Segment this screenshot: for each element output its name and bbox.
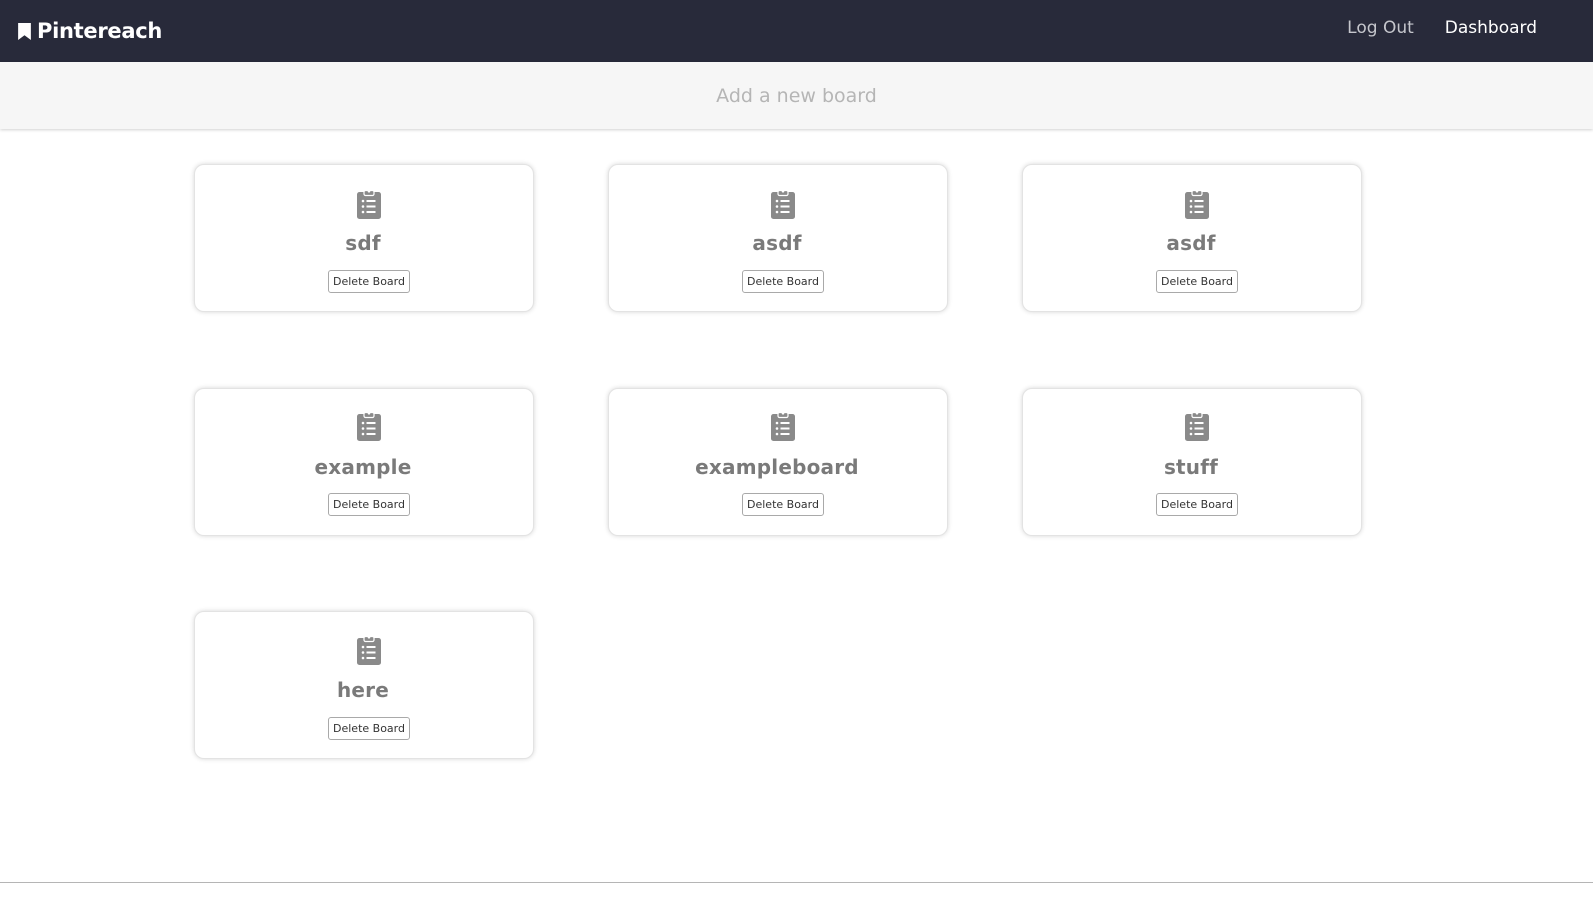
delete-board-button[interactable]: Delete Board: [328, 493, 410, 516]
board-name[interactable]: here: [195, 678, 531, 702]
delete-board-button[interactable]: Delete Board: [742, 493, 824, 516]
brand-name: Pintereach: [37, 19, 162, 43]
add-board-input[interactable]: [594, 83, 999, 108]
board-card[interactable]: here Delete Board: [194, 611, 534, 759]
clipboard-list-icon: [771, 189, 795, 219]
clipboard-list-icon: [771, 411, 795, 441]
nav-links: Log Out Dashboard: [1347, 18, 1537, 38]
top-navbar: Pintereach Log Out Dashboard: [0, 0, 1593, 62]
delete-board-button[interactable]: Delete Board: [742, 270, 824, 293]
board-name[interactable]: stuff: [1023, 455, 1359, 479]
clipboard-list-icon: [1185, 189, 1209, 219]
board-name[interactable]: asdf: [609, 231, 945, 255]
dashboard-link[interactable]: Dashboard: [1445, 18, 1537, 38]
logout-link[interactable]: Log Out: [1347, 18, 1414, 38]
board-card[interactable]: exampleboard Delete Board: [608, 388, 948, 536]
board-card[interactable]: asdf Delete Board: [1022, 164, 1362, 312]
board-card[interactable]: stuff Delete Board: [1022, 388, 1362, 536]
add-board-bar: [0, 62, 1593, 129]
clipboard-list-icon: [357, 189, 381, 219]
board-name[interactable]: exampleboard: [609, 455, 945, 479]
delete-board-button[interactable]: Delete Board: [328, 270, 410, 293]
board-name[interactable]: sdf: [195, 231, 531, 255]
delete-board-button[interactable]: Delete Board: [1156, 493, 1238, 516]
clipboard-list-icon: [357, 635, 381, 665]
brand-logo[interactable]: Pintereach: [18, 17, 162, 45]
bookmark-icon: [18, 22, 31, 40]
delete-board-button[interactable]: Delete Board: [1156, 270, 1238, 293]
clipboard-list-icon: [357, 411, 381, 441]
board-name[interactable]: asdf: [1023, 231, 1359, 255]
board-name[interactable]: example: [195, 455, 531, 479]
board-card[interactable]: example Delete Board: [194, 388, 534, 536]
board-card[interactable]: asdf Delete Board: [608, 164, 948, 312]
delete-board-button[interactable]: Delete Board: [328, 717, 410, 740]
page-bottom-divider: [0, 882, 1593, 883]
board-card[interactable]: sdf Delete Board: [194, 164, 534, 312]
clipboard-list-icon: [1185, 411, 1209, 441]
